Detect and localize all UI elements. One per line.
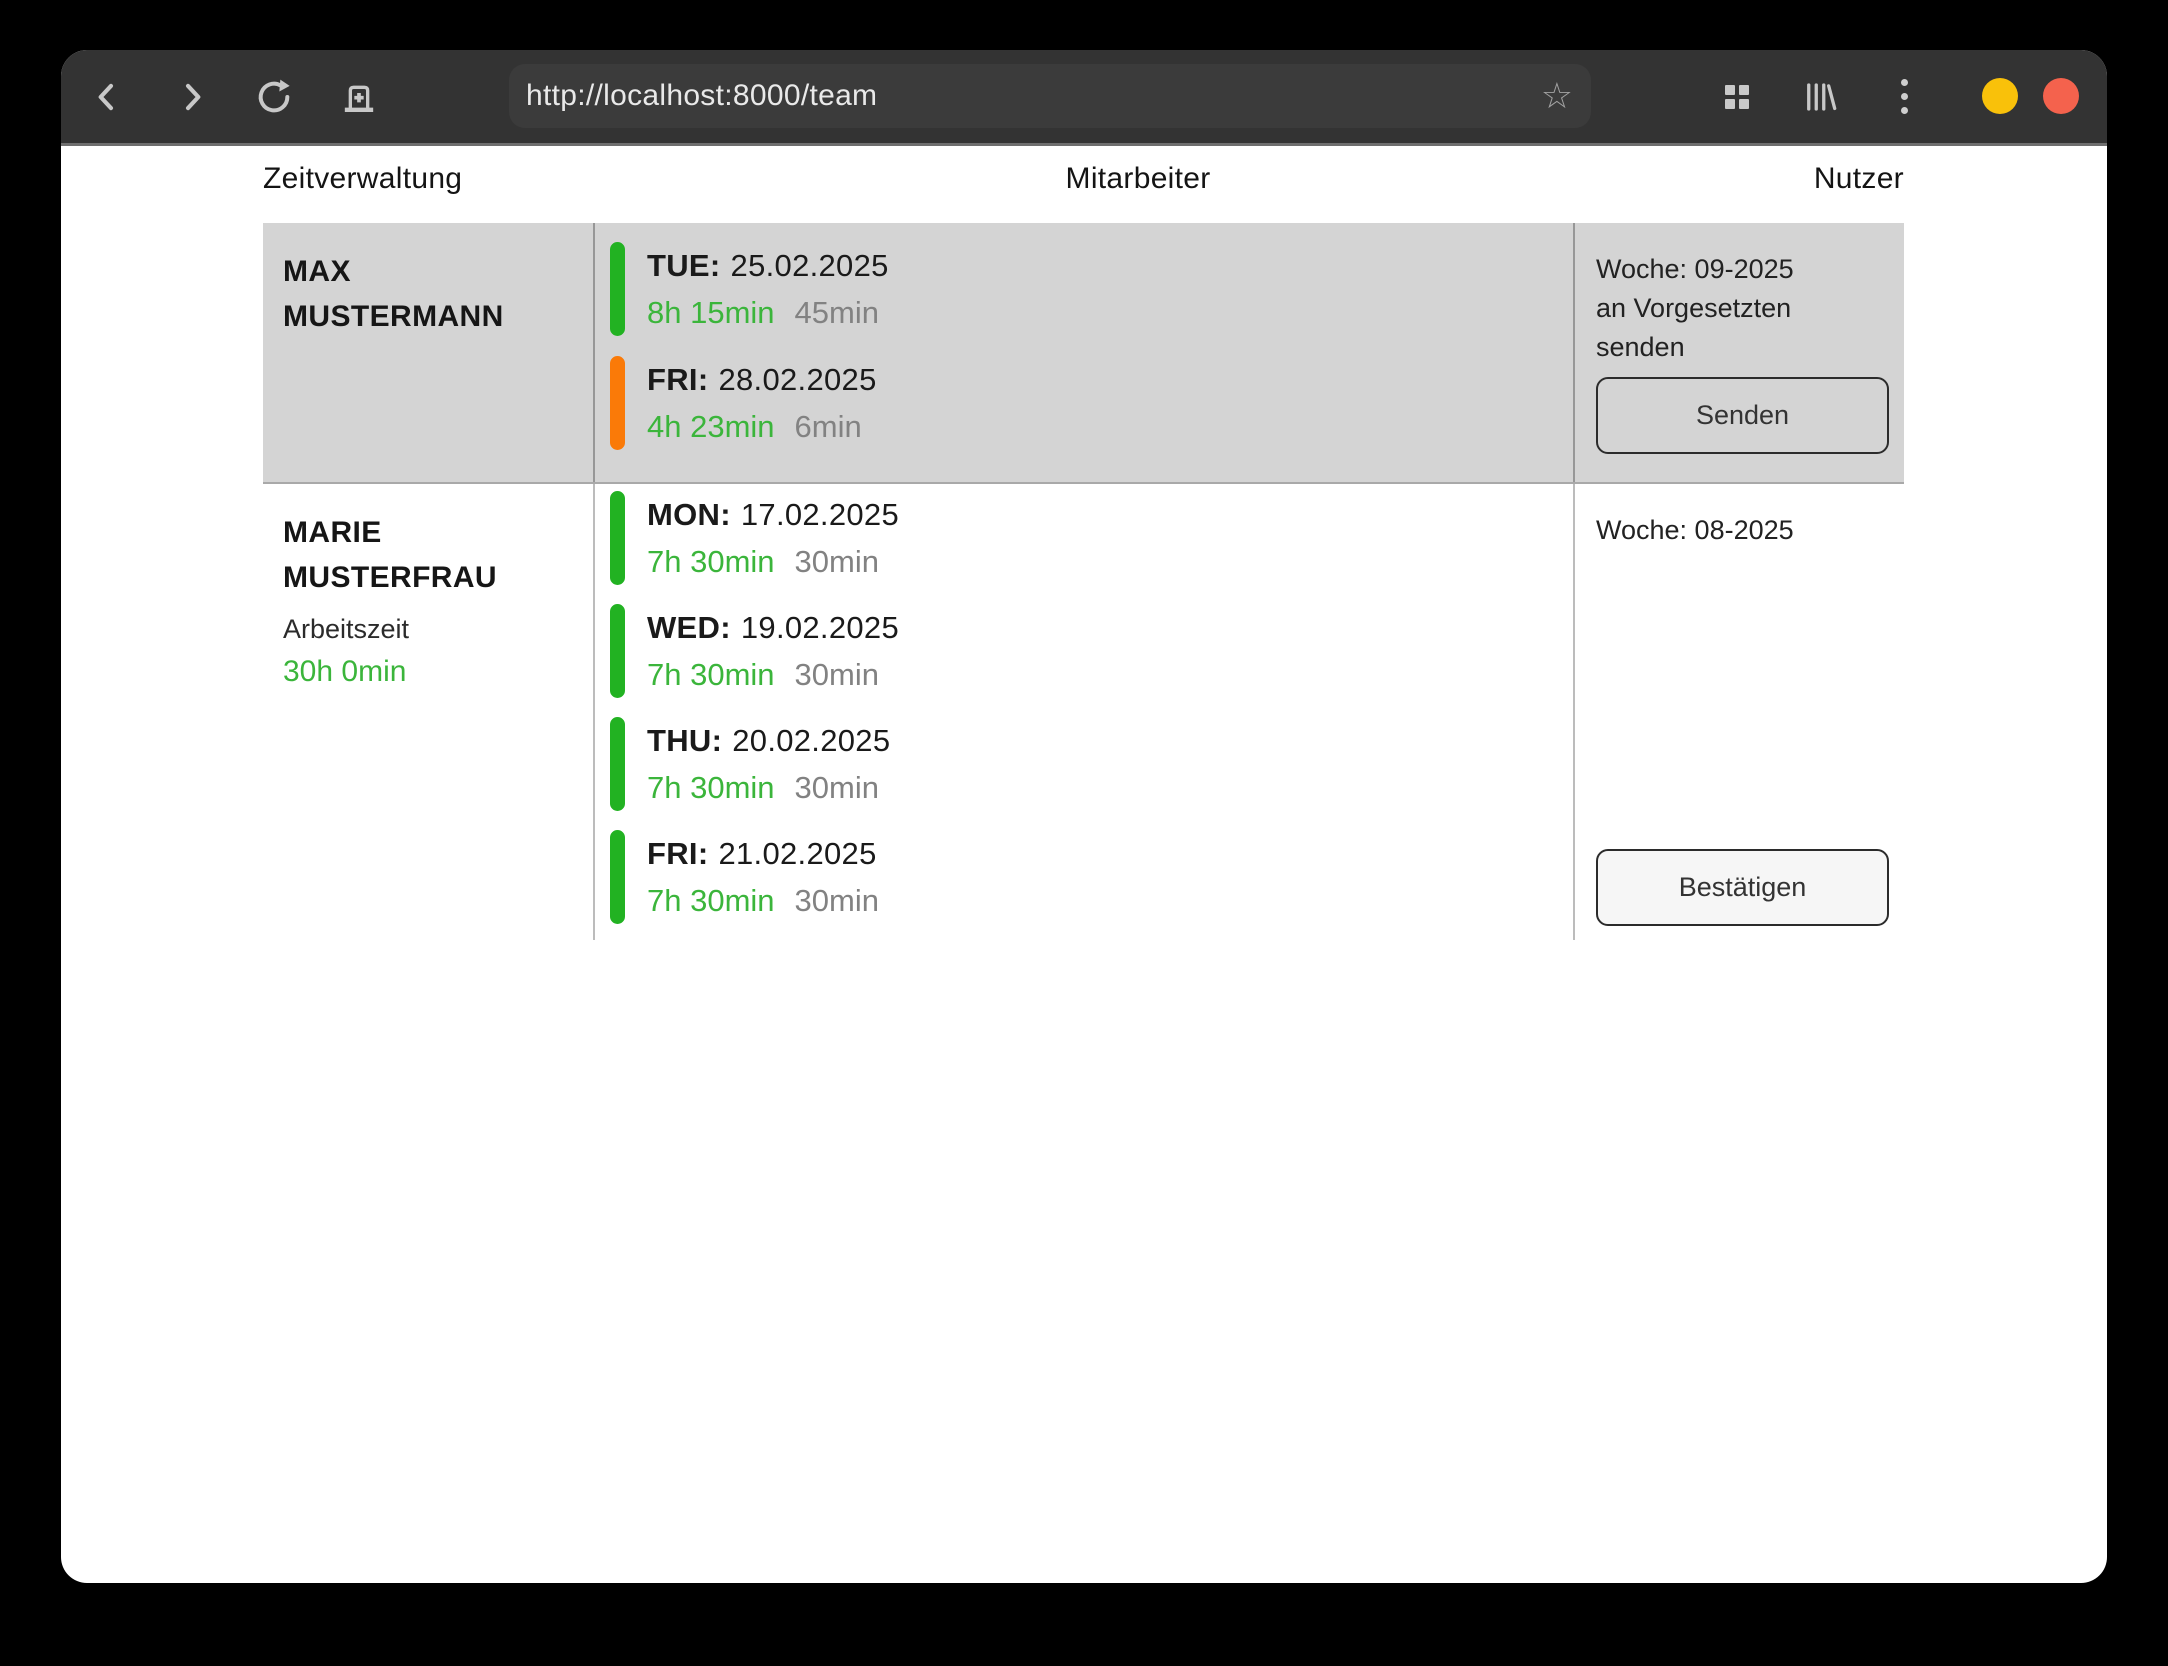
- back-button[interactable]: [84, 74, 130, 120]
- reload-button[interactable]: [251, 74, 297, 120]
- library-button[interactable]: [1797, 74, 1843, 120]
- entry-date: 25.02.2025: [731, 248, 889, 283]
- status-bar-green: [610, 717, 625, 811]
- forward-button[interactable]: [169, 74, 215, 120]
- entry-date: 20.02.2025: [732, 723, 890, 758]
- time-entry: FRI: 28.02.2025 4h 23min 6min: [610, 356, 1573, 450]
- bookmark-star-icon[interactable]: ☆: [1541, 78, 1573, 114]
- status-bar-green: [610, 242, 625, 336]
- page-title: Zeitverwaltung: [263, 162, 462, 196]
- senden-button[interactable]: Senden: [1596, 377, 1889, 454]
- entry-date: 21.02.2025: [718, 836, 876, 871]
- grid-icon: [1725, 85, 1749, 109]
- extensions-grid-button[interactable]: [1714, 74, 1760, 120]
- entry-pause-time: 6min: [795, 409, 862, 444]
- entry-date: 19.02.2025: [741, 610, 899, 645]
- nav-item-nutzer[interactable]: Nutzer: [1814, 162, 1904, 196]
- entry-pause-time: 30min: [795, 657, 879, 692]
- new-tab-button[interactable]: [336, 74, 382, 120]
- time-entries-cell: TUE: 25.02.2025 8h 15min 45min FRI: 28.02.2…: [593, 223, 1575, 482]
- worktime-value: 30h 0min: [283, 655, 583, 689]
- address-bar[interactable]: http://localhost:8000/team ☆: [509, 64, 1591, 128]
- status-bar-green: [610, 491, 625, 585]
- entry-day: MON:: [647, 497, 731, 532]
- library-icon: [1802, 79, 1838, 115]
- status-bar-green: [610, 830, 625, 924]
- table-row-max-mustermann: MAX MUSTERMANN TUE: 25.02.2025 8h 15min 45…: [263, 223, 1904, 484]
- entry-worked-time: 7h 30min: [647, 770, 775, 805]
- entry-date: 28.02.2025: [718, 362, 876, 397]
- status-bar-orange: [610, 356, 625, 450]
- entry-day: FRI:: [647, 362, 708, 397]
- entry-pause-time: 30min: [795, 770, 879, 805]
- entry-pause-time: 45min: [795, 295, 879, 330]
- entry-day: WED:: [647, 610, 731, 645]
- week-cell: Woche: 08-2025 Bestätigen: [1575, 484, 1904, 940]
- entry-date: 17.02.2025: [741, 497, 899, 532]
- status-bar-green: [610, 604, 625, 698]
- menu-button[interactable]: [1881, 74, 1927, 120]
- week-cell: Woche: 09-2025 an Vorgesetzten senden Se…: [1575, 223, 1904, 482]
- entry-day: FRI:: [647, 836, 708, 871]
- time-entry: WED: 19.02.2025 7h 30min 30min: [610, 604, 1573, 698]
- week-label: Woche: 08-2025: [1596, 511, 1889, 550]
- entry-worked-time: 7h 30min: [647, 883, 775, 918]
- time-entry: FRI: 21.02.2025 7h 30min 30min: [610, 830, 1573, 924]
- employee-table: MAX MUSTERMANN TUE: 25.02.2025 8h 15min 45…: [263, 223, 1904, 940]
- time-entry: THU: 20.02.2025 7h 30min 30min: [610, 717, 1573, 811]
- back-icon: [88, 78, 126, 116]
- entry-pause-time: 30min: [795, 544, 879, 579]
- close-button[interactable]: [2043, 78, 2079, 114]
- table-row-marie-musterfrau: MARIE MUSTERFRAU Arbeitszeit 30h 0min MO…: [263, 484, 1904, 940]
- menu-kebab-icon: [1901, 79, 1908, 114]
- entry-day: TUE:: [647, 248, 721, 283]
- url-text: http://localhost:8000/team: [526, 79, 877, 113]
- time-entries-cell: MON: 17.02.2025 7h 30min 30min WED: 19.02.2…: [593, 484, 1575, 940]
- employee-name: MAX: [283, 249, 583, 294]
- time-entry: MON: 17.02.2025 7h 30min 30min: [610, 491, 1573, 585]
- entry-worked-time: 8h 15min: [647, 295, 775, 330]
- entry-worked-time: 7h 30min: [647, 544, 775, 579]
- entry-worked-time: 7h 30min: [647, 657, 775, 692]
- employee-name: MARIE: [283, 510, 583, 555]
- new-tab-icon: [339, 77, 379, 117]
- browser-window: http://localhost:8000/team ☆ Zeitverwalt…: [61, 50, 2107, 1583]
- reload-icon: [254, 77, 294, 117]
- employee-name-cell: MARIE MUSTERFRAU Arbeitszeit 30h 0min: [263, 484, 593, 940]
- entry-day: THU:: [647, 723, 722, 758]
- bestaetigen-button[interactable]: Bestätigen: [1596, 849, 1889, 926]
- page-content: Zeitverwaltung Mitarbeiter Nutzer MAX MU…: [61, 146, 2107, 940]
- entry-worked-time: 4h 23min: [647, 409, 775, 444]
- minimize-button[interactable]: [1982, 78, 2018, 114]
- entry-pause-time: 30min: [795, 883, 879, 918]
- forward-icon: [173, 78, 211, 116]
- nav-item-mitarbeiter[interactable]: Mitarbeiter: [1066, 162, 1211, 196]
- top-nav: Zeitverwaltung Mitarbeiter Nutzer: [263, 156, 1904, 202]
- time-entry: TUE: 25.02.2025 8h 15min 45min: [610, 242, 1573, 336]
- employee-name-cell: MAX MUSTERMANN: [263, 223, 593, 482]
- week-label: Woche: 09-2025: [1596, 250, 1889, 289]
- browser-toolbar: http://localhost:8000/team ☆: [61, 50, 2107, 146]
- worktime-label: Arbeitszeit: [283, 614, 583, 645]
